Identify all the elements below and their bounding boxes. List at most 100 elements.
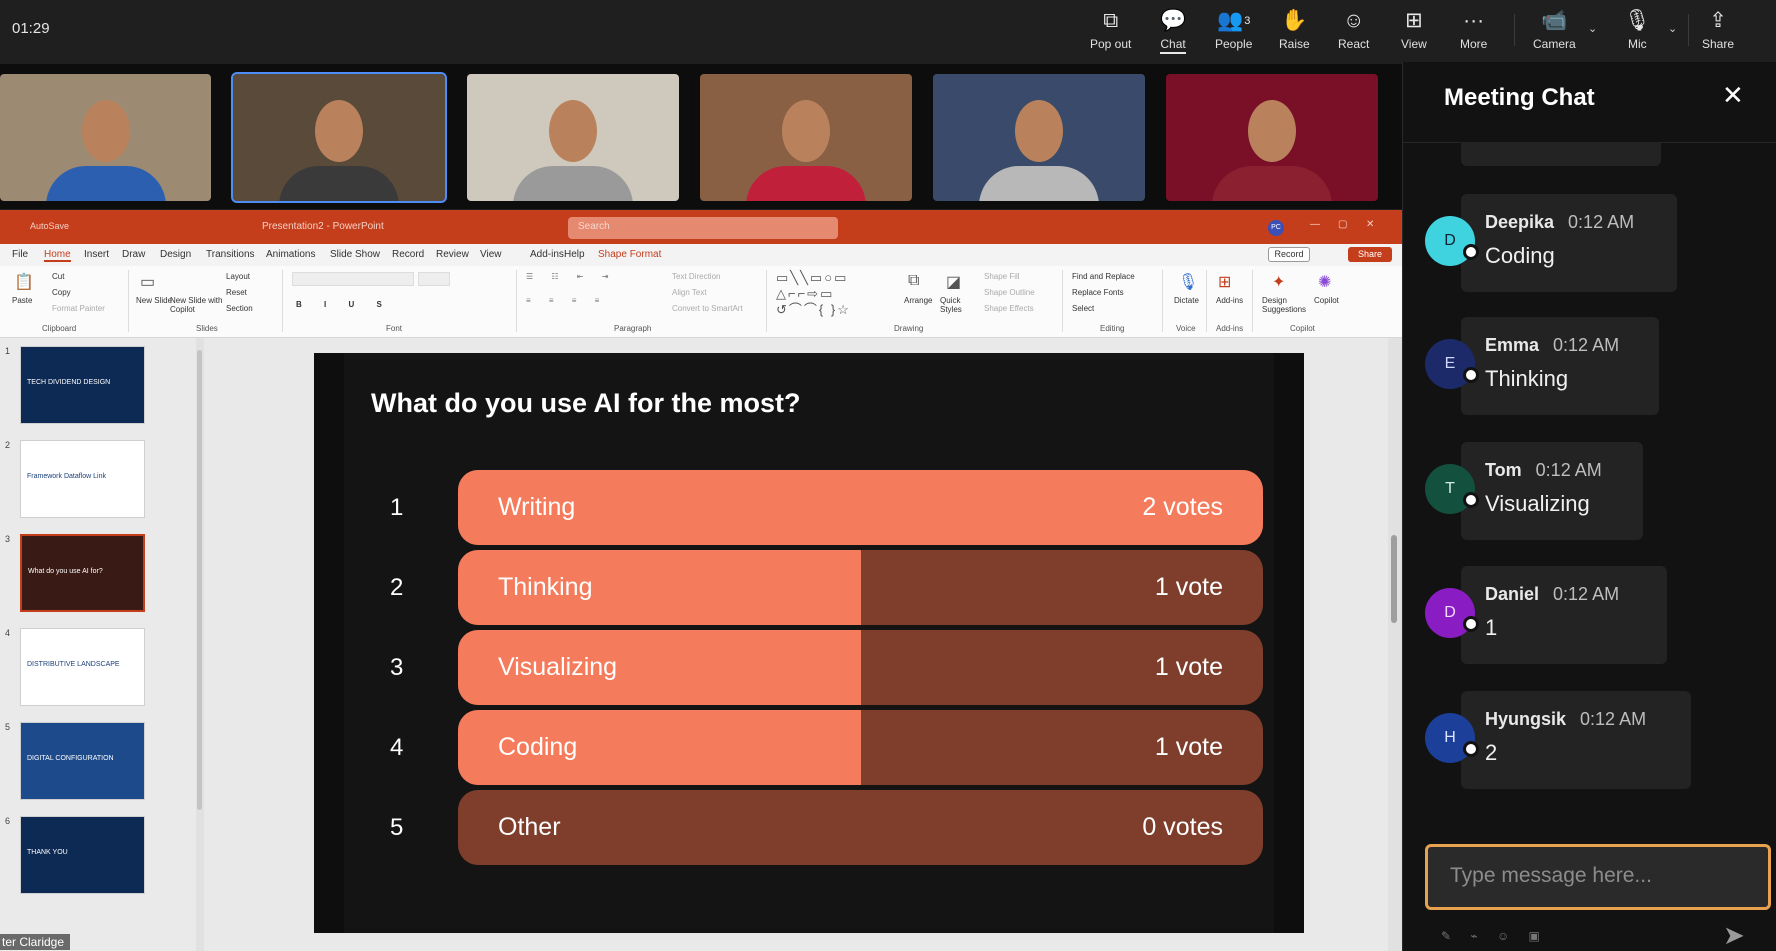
font-name-dropdown[interactable] [292,272,414,286]
user-avatar[interactable]: PC [1268,220,1284,236]
participant-video-tile[interactable] [1166,74,1378,201]
font-format-buttons[interactable]: B I U S [296,300,392,309]
dictate-button[interactable]: Dictate [1174,296,1199,305]
camera-options-chevron-icon[interactable]: ⌄ [1588,22,1597,35]
ribbon-tab-record[interactable]: Record [392,249,424,260]
paste-button[interactable]: Paste [12,296,32,305]
shape-effects-button[interactable]: Shape Effects [984,304,1034,313]
autosave-toggle[interactable]: AutoSave [30,221,69,231]
chat-message[interactable]: Emma 0:12 AM Thinking E [1403,317,1776,417]
chat-message[interactable]: Deepika 0:12 AM Coding D [1403,194,1776,294]
maximize-icon[interactable]: ▢ [1338,219,1347,230]
minimize-icon[interactable]: — [1310,219,1320,230]
layout-button[interactable]: Layout [226,272,250,281]
chat-button[interactable]: 💬 Chat [1160,8,1186,56]
poll-option-label: Visualizing [498,653,618,681]
participant-video-tile[interactable] [933,74,1145,201]
new-slide-button[interactable]: New Slide [136,296,172,305]
thumbnail-scrollbar-thumb[interactable] [197,350,202,810]
chat-compose-tools[interactable]: ✎ ⌁ ☺ ▣ [1441,929,1548,943]
ribbon-tab-view[interactable]: View [480,249,502,260]
copilot-icon[interactable]: ✺ [1318,272,1331,292]
design-suggestions-button[interactable]: Design Suggestions [1262,296,1306,314]
ribbon-tab-transitions[interactable]: Transitions [206,249,255,260]
view-button[interactable]: ⊞ View [1401,8,1427,56]
share-button[interactable]: ⇪ Share [1702,8,1734,56]
design-suggestions-icon[interactable]: ✦ [1272,272,1285,292]
reset-button[interactable]: Reset [226,288,247,297]
slide-thumbnail[interactable]: TECH DIVIDEND DESIGN [20,346,145,424]
close-chat-icon[interactable]: ✕ [1722,80,1744,111]
font-size-dropdown[interactable] [418,272,450,286]
new-slide-copilot-button[interactable]: New Slide with Copilot [170,296,224,314]
ribbon-tab-file[interactable]: File [12,249,28,260]
ribbon-tab-help[interactable]: Help [564,249,585,260]
quick-styles-icon[interactable]: ◪ [946,272,961,292]
cut-button[interactable]: Cut [52,272,64,281]
chat-message[interactable]: Daniel 0:12 AM 1 D [1403,566,1776,666]
shapes-gallery[interactable]: ▭╲╲▭○▭ △⌐⌐⇨▭ ↺⌒⌒{ }☆ [776,270,876,318]
send-icon[interactable]: ➤ [1723,920,1745,951]
react-button[interactable]: ☺ React [1338,8,1369,56]
ribbon-tab-shape-format[interactable]: Shape Format [598,249,661,260]
format-painter-button[interactable]: Format Painter [52,304,105,313]
copy-button[interactable]: Copy [52,288,71,297]
slide-thumbnail[interactable]: THANK YOU [20,816,145,894]
mic-options-chevron-icon[interactable]: ⌄ [1668,22,1677,35]
slide-thumbnail[interactable]: What do you use AI for? [20,534,145,612]
canvas-scrollbar-thumb[interactable] [1391,535,1397,623]
dictate-microphone-icon[interactable]: 🎙 [1178,272,1198,292]
add-ins-button[interactable]: Add-ins [1216,296,1243,305]
ribbon-tab-slide-show[interactable]: Slide Show [330,249,380,260]
chat-message[interactable]: Tom 0:12 AM Visualizing T [1403,442,1776,542]
slide-thumbnail[interactable]: DISTRIBUTIVE LANDSCAPE [20,628,145,706]
paragraph-align-buttons[interactable]: ≡ ≡ ≡ ≡ [526,296,607,305]
participant-video-tile[interactable] [467,74,679,201]
copilot-button[interactable]: Copilot [1314,296,1339,305]
text-direction-button[interactable]: Text Direction [672,272,720,281]
ribbon-tab-insert[interactable]: Insert [84,249,109,260]
close-window-icon[interactable]: ✕ [1366,219,1374,230]
camera-button[interactable]: 📹 Camera [1533,8,1576,56]
chat-message[interactable]: Hyungsik 0:12 AM 2 H [1403,691,1776,791]
align-text-button[interactable]: Align Text [672,288,707,297]
ribbon-tab-review[interactable]: Review [436,249,469,260]
shape-fill-button[interactable]: Shape Fill [984,272,1020,281]
search-box[interactable]: Search [568,217,838,239]
convert-smartart-button[interactable]: Convert to SmartArt [672,304,743,313]
participant-video-tile[interactable] [231,72,447,203]
ribbon-tab-add-ins[interactable]: Add-ins [530,249,564,260]
raise-hand-button[interactable]: ✋ Raise [1279,8,1310,56]
slide-thumbnail[interactable]: DIGITAL CONFIGURATION [20,722,145,800]
ribbon-tab-home[interactable]: Home [44,249,71,262]
more-button[interactable]: ··· More [1460,8,1487,56]
section-button[interactable]: Section [226,304,253,313]
paste-icon[interactable]: 📋 [14,272,34,292]
find-replace-button[interactable]: Find and Replace [1072,272,1135,281]
ribbon-tab-animations[interactable]: Animations [266,249,315,260]
paragraph-list-buttons[interactable]: ☰ ☷ ⇤ ⇥ [526,272,616,281]
shape-outline-button[interactable]: Shape Outline [984,288,1035,297]
quick-styles-button[interactable]: Quick Styles [940,296,974,314]
people-button[interactable]: 👥3 People [1215,8,1252,56]
participant-face [782,100,830,162]
record-button[interactable]: Record [1268,247,1310,262]
slide-thumbnail[interactable]: Framework Dataflow Link [20,440,145,518]
select-button[interactable]: Select [1072,304,1094,313]
chat-message-input[interactable]: Type message here... [1425,844,1771,910]
add-ins-icon[interactable]: ⊞ [1218,272,1231,292]
powerpoint-share-button[interactable]: Share [1348,247,1392,262]
pop-out-button[interactable]: ⧉ Pop out [1090,8,1131,56]
mic-button[interactable]: 🎙 Mic [1624,8,1651,56]
new-slide-icon[interactable]: ▭ [140,272,155,292]
ribbon-tab-draw[interactable]: Draw [122,249,145,260]
ribbon-tab-design[interactable]: Design [160,249,191,260]
participant-video-tile[interactable] [700,74,912,201]
replace-fonts-button[interactable]: Replace Fonts [1072,288,1124,297]
ribbon-divider [1062,270,1063,332]
canvas-scrollbar[interactable] [1388,338,1402,951]
participant-video-tile[interactable] [0,74,211,201]
arrange-icon[interactable]: ⧉ [908,272,919,290]
hand-icon: ✋ [1281,9,1308,32]
arrange-button[interactable]: Arrange [904,296,932,305]
